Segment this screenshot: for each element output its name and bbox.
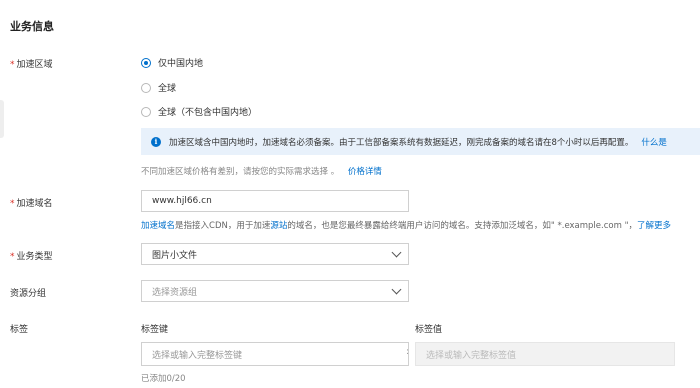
tag-value-placeholder: 选择或输入完整标签值 [426,350,517,361]
radio-unchecked[interactable] [141,106,151,117]
side-drawer-handle[interactable] [0,100,4,138]
resource-group-select[interactable]: 选择资源组 [141,280,409,302]
resource-group-placeholder: 选择资源组 [152,287,198,298]
business-type-value: 图片小文件 [152,250,198,261]
required-mark: * [10,252,15,262]
domain-input[interactable]: www.hjl66.cn [141,190,409,212]
business-type-label-text: 业务类型 [16,252,53,262]
radio-label: 全球 [158,84,177,94]
domain-label: * 加速域名 [10,196,53,209]
resource-group-label: 资源分组 [10,289,47,299]
radio-label: 仅中国内地 [158,59,204,69]
tag-key-input[interactable]: 选择或输入完整标签键 [141,342,409,366]
radio-option-global-excl-mainland[interactable]: 全球（不包含中国内地） [141,105,257,118]
info-icon: i [151,136,161,147]
radio-option-china-mainland[interactable]: 仅中国内地 [141,56,203,69]
tag-key-header: 标签键 [141,325,169,335]
accel-region-label-text: 加速区域 [16,60,53,70]
price-hint: 不同加速区域价格有差别，请按您的实际需求选择 。 价格详情 [141,165,382,177]
radio-option-global[interactable]: 全球 [141,81,176,94]
tag-value-input[interactable]: 选择或输入完整标签值 [415,342,675,366]
domain-label-text: 加速域名 [16,199,53,209]
radio-label: 全球（不包含中国内地） [158,108,258,118]
domain-help-text-2: 的域名，也是您最终暴露给终端用户访问的域名。支持添加泛域名，如" *.examp… [287,221,637,231]
tags-label: 标签 [10,325,29,335]
notice-link[interactable]: 什么是 [641,136,667,148]
tag-value-header: 标签值 [415,325,443,335]
learn-more-link[interactable]: 了解更多 [637,221,671,231]
origin-link[interactable]: 源站 [270,221,287,231]
required-mark: * [10,60,15,70]
price-details-link[interactable]: 价格详情 [348,167,382,177]
region-notice-banner: i 加速区域含中国内地时，加速域名必须备案。由于工信部备案系统有数据延迟，刚完成… [141,128,700,155]
price-hint-text: 不同加速区域价格有差别，请按您的实际需求选择 。 [141,167,340,177]
notice-text: 加速区域含中国内地时，加速域名必须备案。由于工信部备案系统有数据延迟，刚完成备案… [169,137,634,148]
tag-key-placeholder: 选择或输入完整标签键 [152,350,243,361]
business-type-label: * 业务类型 [10,249,53,262]
tag-separator: : [406,347,410,357]
radio-checked[interactable] [141,57,151,68]
domain-help-link[interactable]: 加速域名 [141,221,175,231]
domain-input-value: www.hjl66.cn [152,196,212,206]
business-type-select[interactable]: 图片小文件 [141,243,409,265]
domain-help-text: 是指接入CDN，用于加速 [175,221,271,231]
chevron-down-icon [391,284,402,294]
domain-help: 加速域名是指接入CDN，用于加速源站的域名，也是您最终暴露给终端用户访问的域名。… [141,219,671,231]
section-title: 业务信息 [10,20,54,33]
required-mark: * [10,199,15,209]
chevron-down-icon [391,247,402,257]
tag-count: 已添加0/20 [141,374,186,384]
accel-region-label: * 加速区域 [10,57,53,70]
radio-unchecked[interactable] [141,82,151,93]
